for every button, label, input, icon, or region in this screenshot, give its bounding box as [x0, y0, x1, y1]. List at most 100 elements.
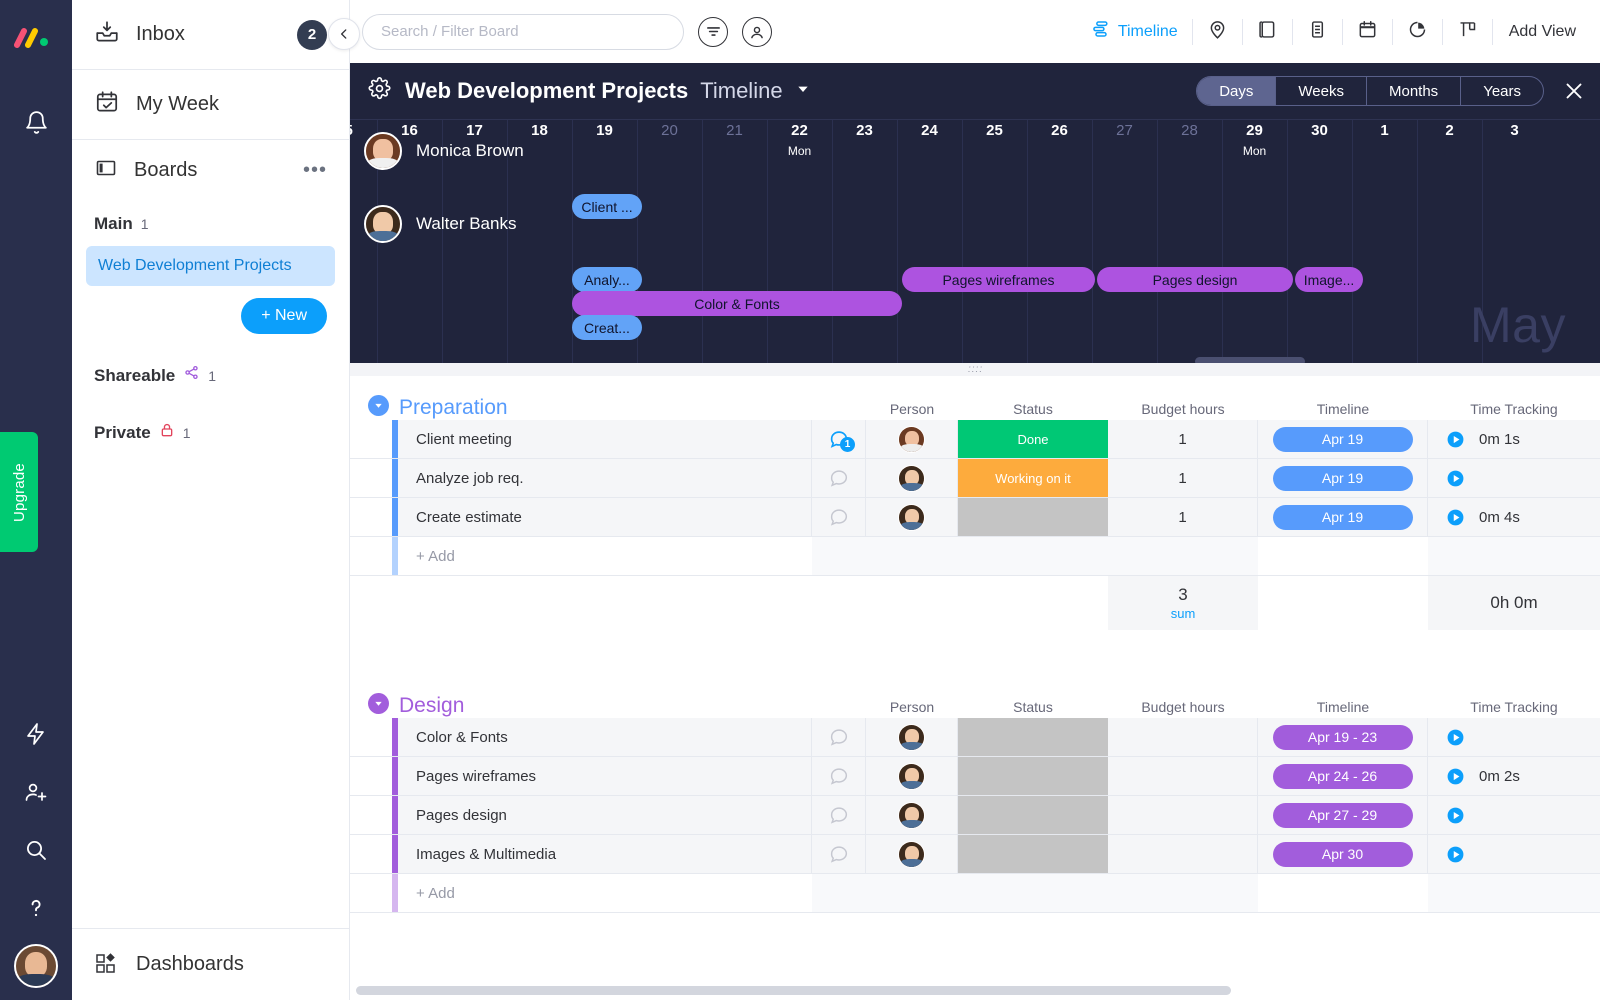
- cell-person[interactable]: [866, 757, 958, 795]
- help-icon[interactable]: [14, 886, 58, 930]
- cell-status[interactable]: Done: [958, 420, 1108, 458]
- cell-budget-hours[interactable]: [1108, 796, 1258, 834]
- timeline-bar[interactable]: Image...: [1295, 267, 1363, 292]
- timeline-resize-handle[interactable]: ::::: [350, 363, 1600, 376]
- table-row[interactable]: Analyze job req. Working on it1Apr 19: [350, 459, 1600, 498]
- cell-budget-hours[interactable]: [1108, 757, 1258, 795]
- zoom-months[interactable]: Months: [1367, 77, 1461, 105]
- avatar[interactable]: [14, 944, 58, 988]
- cell-person[interactable]: [866, 420, 958, 458]
- cell-timeline[interactable]: Apr 19 - 23: [1258, 718, 1428, 756]
- cell-status[interactable]: [958, 835, 1108, 873]
- add-view-button[interactable]: Add View: [1493, 23, 1582, 41]
- group-collapse-arrow[interactable]: [368, 693, 389, 714]
- cell-time-tracking[interactable]: 0m 4s: [1428, 498, 1600, 536]
- play-icon[interactable]: [1446, 508, 1465, 527]
- tab-form[interactable]: [1293, 15, 1342, 49]
- row-chat-icon[interactable]: [812, 459, 866, 497]
- row-title[interactable]: Client meeting: [398, 420, 812, 458]
- play-icon[interactable]: [1446, 469, 1465, 488]
- table-horizontal-scrollbar[interactable]: [356, 986, 1231, 995]
- upgrade-button[interactable]: Upgrade: [0, 432, 38, 552]
- row-title[interactable]: Pages wireframes: [398, 757, 812, 795]
- cell-budget-hours[interactable]: 1: [1108, 498, 1258, 536]
- play-icon[interactable]: [1446, 806, 1465, 825]
- row-title[interactable]: Create estimate: [398, 498, 812, 536]
- zoom-years[interactable]: Years: [1461, 77, 1543, 105]
- table-row[interactable]: Pages wireframesApr 24 - 260m 2s: [350, 757, 1600, 796]
- cell-status[interactable]: [958, 498, 1108, 536]
- cell-person[interactable]: [866, 718, 958, 756]
- search-icon[interactable]: [14, 828, 58, 872]
- cell-time-tracking[interactable]: [1428, 718, 1600, 756]
- cell-timeline[interactable]: Apr 24 - 26: [1258, 757, 1428, 795]
- cell-time-tracking[interactable]: [1428, 796, 1600, 834]
- cell-timeline[interactable]: Apr 19: [1258, 498, 1428, 536]
- cell-status[interactable]: Working on it: [958, 459, 1108, 497]
- row-title[interactable]: Color & Fonts: [398, 718, 812, 756]
- timeline-bar[interactable]: Pages wireframes: [902, 267, 1095, 292]
- tab-map[interactable]: [1193, 15, 1242, 49]
- gear-icon[interactable]: [368, 77, 391, 105]
- bolt-icon[interactable]: [14, 712, 58, 756]
- collapse-sidebar-button[interactable]: [328, 18, 360, 50]
- invite-user-icon[interactable]: [14, 770, 58, 814]
- row-chat-icon[interactable]: [812, 835, 866, 873]
- nav-item-my-week[interactable]: My Week: [72, 70, 349, 140]
- group-collapse-arrow[interactable]: [368, 395, 389, 416]
- add-item-row[interactable]: + Add: [350, 874, 1600, 913]
- play-icon[interactable]: [1446, 767, 1465, 786]
- boards-more-icon[interactable]: •••: [303, 160, 327, 180]
- cell-time-tracking[interactable]: [1428, 459, 1600, 497]
- cell-timeline[interactable]: Apr 30: [1258, 835, 1428, 873]
- nav-section-boards[interactable]: Boards •••: [72, 140, 349, 200]
- row-chat-icon[interactable]: [812, 796, 866, 834]
- row-chat-icon[interactable]: [812, 757, 866, 795]
- timeline-bar[interactable]: Client ...: [572, 194, 642, 219]
- row-chat-icon[interactable]: [812, 718, 866, 756]
- cell-time-tracking[interactable]: [1428, 835, 1600, 873]
- person-filter-icon[interactable]: [742, 17, 772, 47]
- cell-timeline[interactable]: Apr 27 - 29: [1258, 796, 1428, 834]
- play-icon[interactable]: [1446, 430, 1465, 449]
- cell-time-tracking[interactable]: 0m 1s: [1428, 420, 1600, 458]
- tab-calendar[interactable]: [1343, 15, 1392, 49]
- filter-icon[interactable]: [698, 17, 728, 47]
- row-chat-icon[interactable]: [812, 498, 866, 536]
- play-icon[interactable]: [1446, 845, 1465, 864]
- add-item-row[interactable]: + Add: [350, 537, 1600, 576]
- timeline-bar[interactable]: Pages design: [1097, 267, 1293, 292]
- cell-status[interactable]: [958, 718, 1108, 756]
- cell-budget-hours[interactable]: 1: [1108, 420, 1258, 458]
- table-row[interactable]: Client meeting1Done1Apr 190m 1s: [350, 420, 1600, 459]
- monday-logo[interactable]: [14, 16, 58, 60]
- cell-status[interactable]: [958, 757, 1108, 795]
- cell-status[interactable]: [958, 796, 1108, 834]
- cell-budget-hours[interactable]: [1108, 718, 1258, 756]
- timeline-bar[interactable]: Color & Fonts: [572, 291, 902, 316]
- cell-budget-hours[interactable]: 1: [1108, 459, 1258, 497]
- tab-workload[interactable]: [1443, 15, 1492, 49]
- sidebar-item-web-development-projects[interactable]: Web Development Projects: [86, 246, 335, 286]
- row-chat-icon[interactable]: 1: [812, 420, 866, 458]
- play-icon[interactable]: [1446, 728, 1465, 747]
- cell-timeline[interactable]: Apr 19: [1258, 459, 1428, 497]
- row-title[interactable]: Images & Multimedia: [398, 835, 812, 873]
- timeline-bar[interactable]: Creat...: [572, 315, 642, 340]
- zoom-weeks[interactable]: Weeks: [1276, 77, 1367, 105]
- cell-person[interactable]: [866, 459, 958, 497]
- tab-chart[interactable]: [1393, 15, 1442, 49]
- timeline-bar[interactable]: Analy...: [572, 267, 642, 292]
- chevron-down-icon[interactable]: [795, 81, 811, 102]
- table-row[interactable]: Pages design Apr 27 - 29: [350, 796, 1600, 835]
- nav-item-dashboards[interactable]: Dashboards: [72, 928, 349, 1000]
- add-item-label[interactable]: + Add: [398, 874, 812, 912]
- new-board-button[interactable]: + New: [241, 298, 327, 334]
- close-icon[interactable]: [1562, 79, 1586, 103]
- row-title[interactable]: Analyze job req.: [398, 459, 812, 497]
- group-title[interactable]: Preparation: [399, 396, 508, 420]
- row-title[interactable]: Pages design: [398, 796, 812, 834]
- nav-item-inbox[interactable]: Inbox 2: [72, 0, 349, 70]
- search-input[interactable]: [362, 14, 684, 50]
- table-row[interactable]: Images & Multimedia Apr 30: [350, 835, 1600, 874]
